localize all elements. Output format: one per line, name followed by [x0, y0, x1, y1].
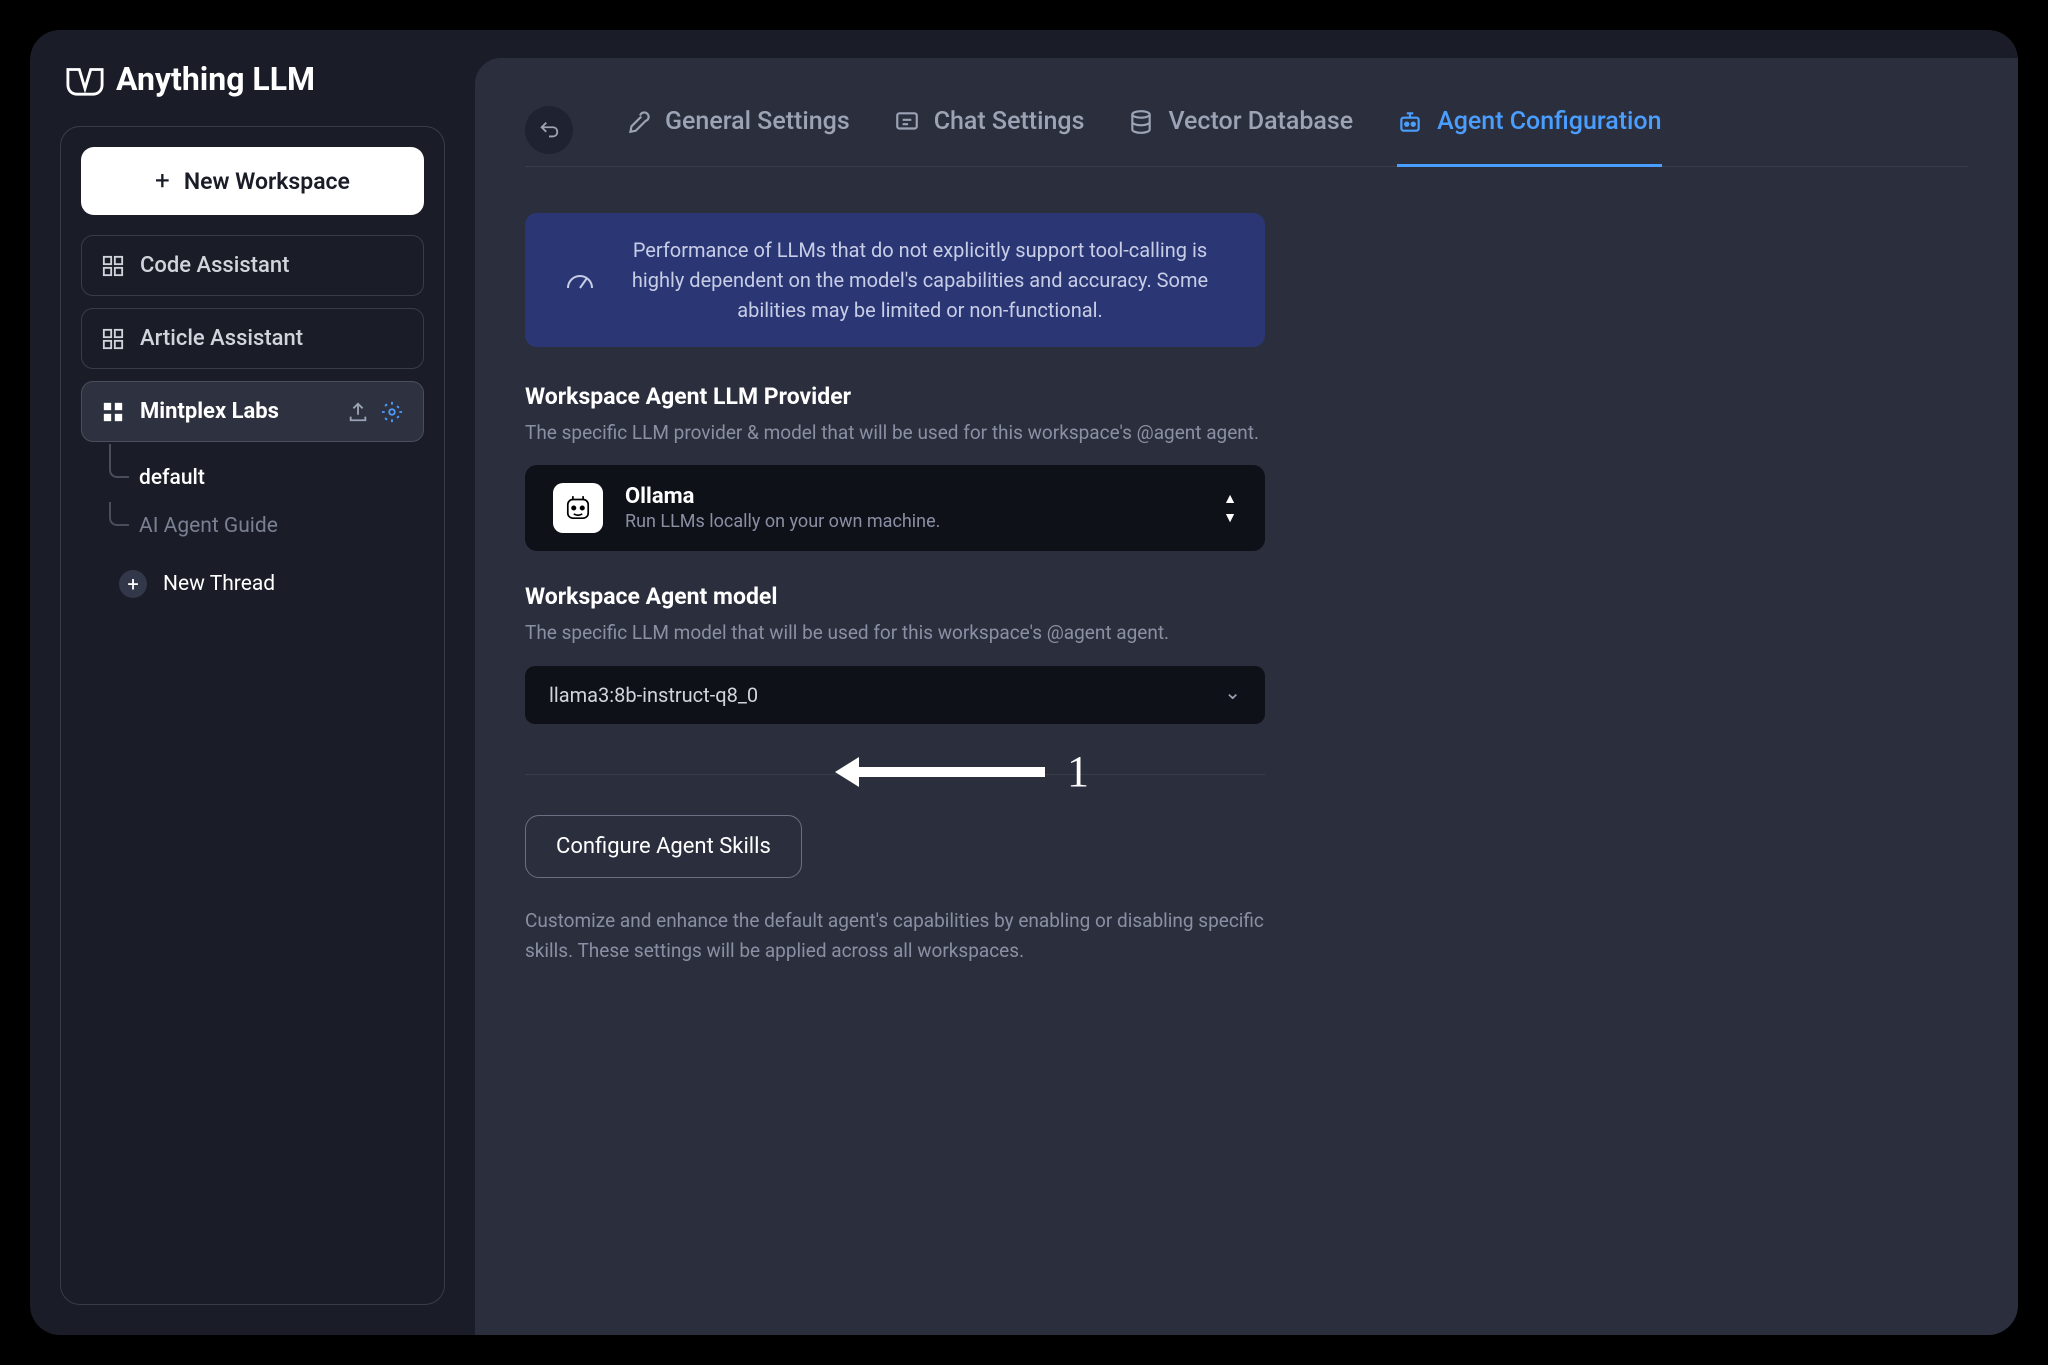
- sidebar-panel: + New Workspace Code Assistant Article A…: [60, 126, 445, 1305]
- settings-body: Performance of LLMs that do not explicit…: [525, 167, 1265, 967]
- new-thread-label: New Thread: [163, 572, 275, 596]
- robot-icon: [1397, 109, 1423, 135]
- tab-agent-configuration[interactable]: Agent Configuration: [1397, 93, 1661, 166]
- plus-icon: +: [119, 570, 147, 598]
- model-section-title: Workspace Agent model: [525, 583, 1265, 610]
- performance-alert: Performance of LLMs that do not explicit…: [525, 213, 1265, 347]
- back-button[interactable]: [525, 106, 573, 154]
- divider: [525, 774, 1265, 775]
- provider-desc: Run LLMs locally on your own machine.: [625, 511, 1201, 532]
- workspace-item-mintplex-labs[interactable]: Mintplex Labs: [81, 381, 424, 442]
- database-icon: [1128, 109, 1154, 135]
- upload-icon[interactable]: [347, 401, 369, 423]
- model-select[interactable]: llama3:8b-instruct-q8_0: [525, 666, 1265, 724]
- gauge-icon: [565, 268, 595, 292]
- tab-label: General Settings: [665, 107, 850, 136]
- thread-label: default: [139, 466, 205, 490]
- tab-label: Agent Configuration: [1437, 107, 1661, 136]
- brand-logo-icon: [66, 61, 104, 97]
- back-arrow-icon: [538, 119, 560, 141]
- tab-bar: General Settings Chat Settings Vector Da…: [525, 93, 1968, 167]
- grid-icon: [102, 401, 124, 423]
- tab-label: Chat Settings: [934, 107, 1085, 136]
- new-thread-button[interactable]: + New Thread: [109, 556, 424, 612]
- workspace-item-article-assistant[interactable]: Article Assistant: [81, 308, 424, 369]
- alert-text: Performance of LLMs that do not explicit…: [615, 235, 1225, 325]
- tab-chat-settings[interactable]: Chat Settings: [894, 93, 1085, 166]
- ollama-logo-icon: [553, 483, 603, 533]
- new-workspace-button[interactable]: + New Workspace: [81, 147, 424, 215]
- workspace-label: Article Assistant: [140, 326, 303, 351]
- app-window: Anything LLM + New Workspace Code Assist…: [30, 30, 2018, 1335]
- provider-name: Ollama: [625, 484, 1201, 509]
- tab-vector-database[interactable]: Vector Database: [1128, 93, 1353, 166]
- new-workspace-label: New Workspace: [184, 168, 350, 195]
- wrench-icon: [625, 109, 651, 135]
- tab-general-settings[interactable]: General Settings: [625, 93, 850, 166]
- workspace-label: Mintplex Labs: [140, 399, 279, 424]
- gear-icon[interactable]: [381, 401, 403, 423]
- configure-desc: Customize and enhance the default agent'…: [525, 906, 1265, 967]
- model-section-desc: The specific LLM model that will be used…: [525, 618, 1265, 647]
- provider-section-title: Workspace Agent LLM Provider: [525, 383, 1265, 410]
- chevron-updown-icon: ▲▼: [1223, 490, 1237, 526]
- tab-label: Vector Database: [1168, 107, 1353, 136]
- sidebar: Anything LLM + New Workspace Code Assist…: [30, 30, 475, 1335]
- main-content: General Settings Chat Settings Vector Da…: [475, 58, 2018, 1335]
- chat-icon: [894, 109, 920, 135]
- thread-tree: default AI Agent Guide + New Thread: [81, 454, 424, 612]
- configure-agent-skills-button[interactable]: Configure Agent Skills: [525, 815, 802, 878]
- thread-item-ai-agent-guide[interactable]: AI Agent Guide: [109, 502, 424, 550]
- brand-name: Anything LLM: [116, 60, 315, 98]
- thread-item-default[interactable]: default: [109, 454, 424, 502]
- provider-selector[interactable]: Ollama Run LLMs locally on your own mach…: [525, 465, 1265, 551]
- provider-section-desc: The specific LLM provider & model that w…: [525, 418, 1265, 447]
- thread-label: AI Agent Guide: [139, 514, 278, 538]
- brand: Anything LLM: [60, 60, 445, 98]
- workspace-label: Code Assistant: [140, 253, 289, 278]
- grid-icon: [102, 255, 124, 277]
- workspace-item-code-assistant[interactable]: Code Assistant: [81, 235, 424, 296]
- grid-icon: [102, 328, 124, 350]
- plus-icon: +: [155, 166, 170, 196]
